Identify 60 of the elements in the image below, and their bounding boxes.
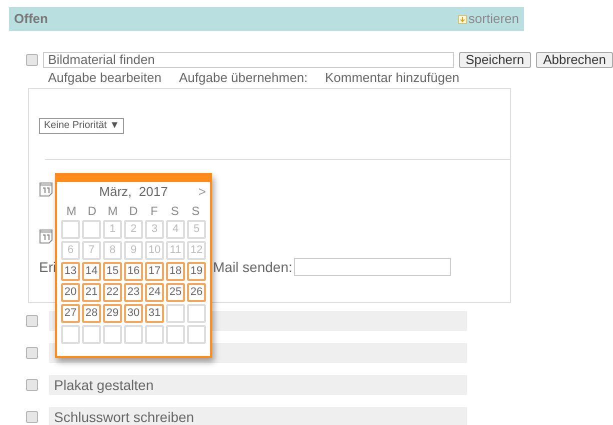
task-row[interactable]: Schlusswort schreiben	[49, 407, 467, 425]
day-cell[interactable]	[103, 325, 122, 344]
day-cell[interactable]: 25	[166, 283, 185, 302]
reminder-label: Eri	[39, 258, 55, 276]
day-cell[interactable]	[82, 220, 101, 239]
day-cell[interactable]: 13	[61, 262, 80, 281]
day-cell[interactable]: 24	[145, 283, 164, 302]
day-cell[interactable]	[82, 325, 101, 344]
checkbox[interactable]	[26, 411, 38, 423]
checkbox[interactable]	[26, 347, 38, 359]
day-cell[interactable]	[187, 325, 206, 344]
month-label: März, 2017	[99, 183, 168, 202]
weekday-label: S	[170, 203, 180, 220]
day-cell[interactable]: 17	[145, 262, 164, 281]
day-cell[interactable]	[61, 325, 80, 344]
day-cell[interactable]: 22	[103, 283, 122, 302]
day-cell[interactable]	[145, 325, 164, 344]
day-cell[interactable]: 14	[82, 262, 101, 281]
day-cell[interactable]	[61, 220, 80, 239]
day-cell[interactable]	[166, 325, 185, 344]
day-cell[interactable]: 15	[103, 262, 122, 281]
weekday-label: S	[190, 203, 201, 220]
task-action-link[interactable]: Aufgabe übernehmen:	[179, 68, 325, 88]
task-title-field[interactable]: Bildmaterial finden	[42, 52, 454, 68]
day-cell[interactable]: 18	[166, 262, 185, 281]
weekday-label: D	[86, 203, 98, 220]
mail-input-field[interactable]	[294, 258, 451, 276]
checkbox[interactable]	[26, 54, 38, 66]
section-title: Offen	[14, 10, 48, 28]
day-cell[interactable]: 21	[82, 283, 101, 302]
day-cell[interactable]: 19	[187, 262, 206, 281]
calendar-icon[interactable]	[39, 228, 53, 244]
checkbox[interactable]	[26, 315, 38, 327]
save-button[interactable]: Speichern	[458, 52, 532, 68]
day-cell[interactable]	[124, 325, 143, 344]
day-cell[interactable]: 31	[145, 304, 164, 323]
sort-icon	[458, 14, 468, 24]
task-row[interactable]: Plakat gestalten	[49, 375, 467, 395]
day-cell[interactable]: 26	[187, 283, 206, 302]
cancel-button[interactable]: Abbrechen	[536, 52, 613, 68]
task-action-link[interactable]: Aufgabe bearbeiten	[48, 68, 179, 88]
task-action-link[interactable]: Kommentar hinzufügen	[325, 68, 460, 88]
day-cell[interactable]: 27	[61, 304, 80, 323]
day-cell[interactable]: 20	[61, 283, 80, 302]
calendar-icon[interactable]	[39, 181, 53, 197]
next-month-button[interactable]: >	[198, 182, 206, 202]
day-cell[interactable]: 16	[124, 262, 143, 281]
day-cell[interactable]	[187, 304, 206, 323]
day-cell[interactable]: 30	[124, 304, 143, 323]
priority-dropdown[interactable]: Keine Priorität ▼	[39, 118, 124, 134]
day-cell[interactable]: 28	[82, 304, 101, 323]
day-cell[interactable]: 29	[103, 304, 122, 323]
weekday-label: M	[106, 203, 119, 220]
weekday-label: D	[128, 203, 139, 220]
day-cell[interactable]: 23	[124, 283, 143, 302]
day-cell[interactable]	[166, 304, 185, 323]
weekday-label: F	[150, 203, 159, 220]
checkbox[interactable]	[26, 379, 38, 391]
mail-label: Mail senden:	[213, 258, 294, 276]
weekday-label: M	[65, 203, 78, 220]
